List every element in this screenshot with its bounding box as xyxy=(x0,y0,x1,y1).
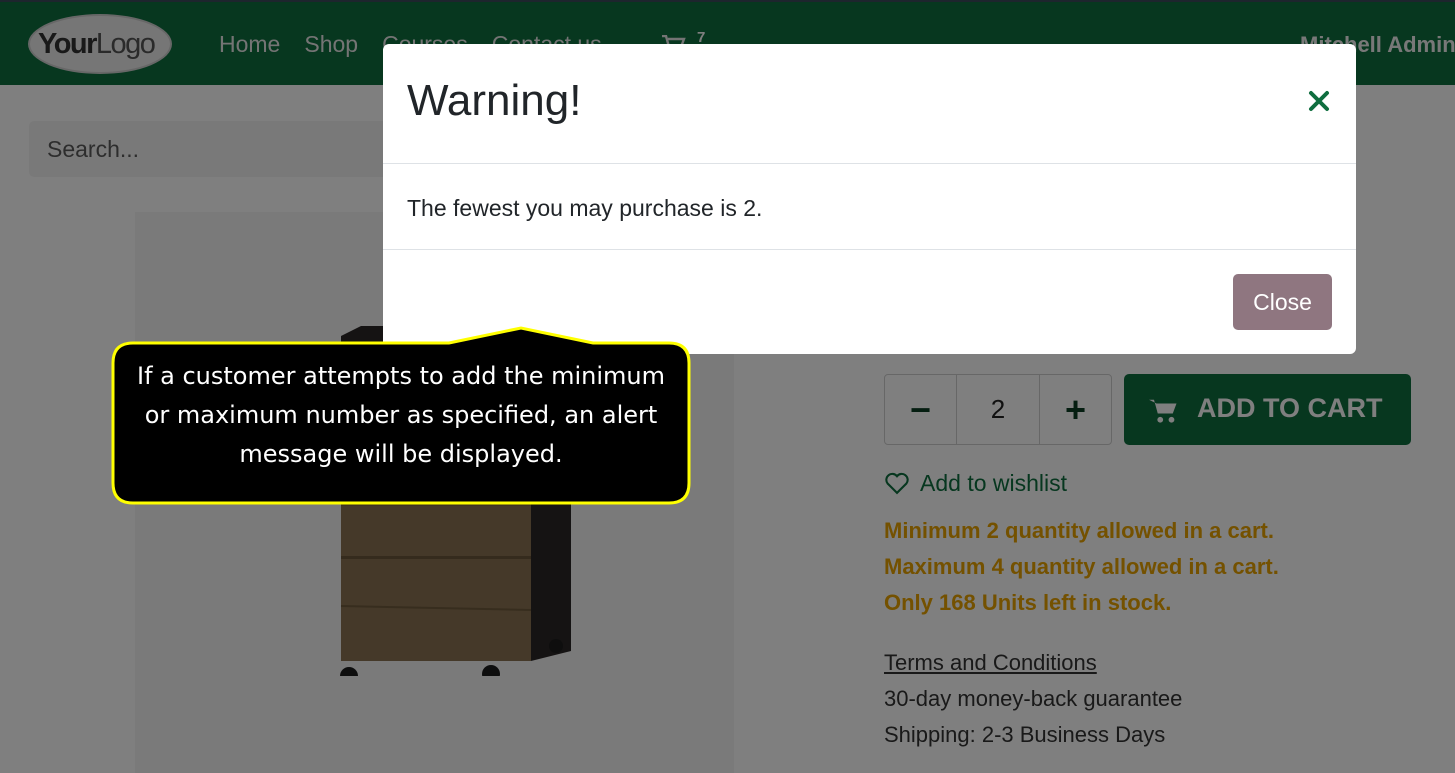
modal-message: The fewest you may purchase is 2. xyxy=(407,195,763,221)
callout-line: If a customer attempts to add the minimu… xyxy=(136,362,666,390)
warning-modal: Warning! The fewest you may purchase is … xyxy=(383,44,1356,354)
close-button[interactable]: Close xyxy=(1233,274,1332,330)
modal-title: Warning! xyxy=(407,76,582,125)
modal-body: The fewest you may purchase is 2. xyxy=(383,164,1356,250)
close-icon[interactable] xyxy=(1304,86,1334,116)
callout-line: message will be displayed. xyxy=(239,440,563,468)
callout-line: or maximum number as specified, an alert xyxy=(144,401,658,429)
callout-text: If a customer attempts to add the minimu… xyxy=(112,357,690,474)
modal-header: Warning! xyxy=(383,44,1356,164)
